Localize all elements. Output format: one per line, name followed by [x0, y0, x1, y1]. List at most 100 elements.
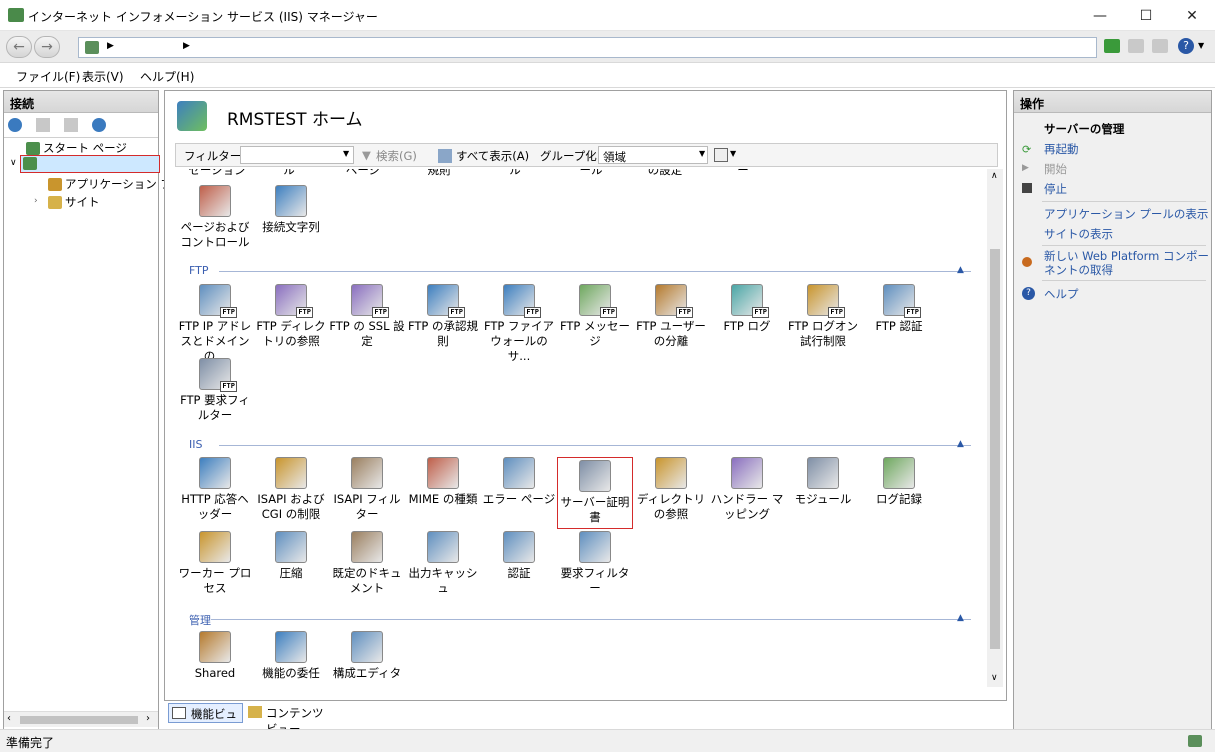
sites-folder-icon — [48, 196, 62, 209]
collapse-group-icon[interactable]: ▲ — [957, 439, 964, 449]
feature-mime-types[interactable]: MIME の種類 — [405, 457, 481, 507]
feature-label: FTP 認証 — [875, 319, 923, 333]
chevron-down-icon[interactable]: ▼ — [1198, 41, 1204, 50]
restart-link[interactable]: 再起動 — [1044, 141, 1079, 157]
disconnect-icon[interactable] — [92, 118, 106, 132]
cut-row: セーション ル ページ 規則 ル ール の設定 ー — [175, 169, 987, 177]
chevron-up-icon[interactable]: ∧ — [991, 171, 998, 181]
tree-item-sites[interactable]: サイト — [48, 194, 100, 210]
features-view-tab[interactable]: 機能ビュー — [168, 703, 243, 737]
tree-item-start-page[interactable]: スタート ページ — [26, 140, 127, 156]
feature-ftp-ip-restrictions[interactable]: FTP FTP IP アドレスとドメインの... — [177, 284, 253, 364]
scroll-thumb[interactable] — [20, 716, 138, 724]
show-all-icon — [438, 149, 452, 163]
chevron-right-icon[interactable]: › — [146, 713, 150, 724]
feature-request-filtering[interactable]: 要求フィルター — [557, 531, 633, 596]
feature-ftp-ssl[interactable]: FTP FTP の SSL 設定 — [329, 284, 405, 349]
chevron-down-icon[interactable]: ∨ — [991, 673, 998, 683]
menu-help[interactable]: ヘルプ(H) — [140, 68, 194, 85]
feature-server-certificates[interactable]: サーバー証明書 — [557, 457, 633, 529]
back-button[interactable]: ← — [6, 36, 32, 58]
close-button[interactable]: ✕ — [1169, 0, 1215, 31]
feature-ftp-firewall[interactable]: FTP FTP ファイアウォールのサ... — [481, 284, 557, 364]
group-divider — [219, 445, 971, 446]
connect-icon[interactable] — [8, 118, 22, 132]
chevron-right-icon: ▶ — [107, 41, 114, 51]
feature-pages-controls[interactable]: ページおよびコントロール — [177, 185, 253, 250]
scroll-thumb[interactable] — [990, 249, 1000, 649]
content-view-icon — [248, 706, 262, 718]
feature-ftp-authorization[interactable]: FTP FTP の承認規則 — [405, 284, 481, 349]
feature-ftp-user-isolation[interactable]: FTP FTP ユーザーの分離 — [633, 284, 709, 349]
feature-error-pages[interactable]: エラー ページ — [481, 457, 557, 507]
menu-file[interactable]: ファイル(F) — [16, 68, 80, 85]
feature-ftp-request-filtering[interactable]: FTP FTP 要求フィルター — [177, 358, 253, 423]
server-icon — [1188, 735, 1202, 747]
forward-button[interactable]: → — [34, 36, 60, 58]
feature-label: モジュール — [794, 492, 852, 506]
chevron-down-icon[interactable]: ▼ — [343, 149, 349, 158]
group-by-select[interactable]: 領域 — [598, 146, 708, 164]
feature-ftp-messages[interactable]: FTP FTP メッセージ — [557, 284, 633, 349]
view-mode-icon[interactable] — [714, 148, 728, 162]
feature-default-document[interactable]: 既定のドキュメント — [329, 531, 405, 596]
feature-isapi-cgi-restrictions[interactable]: ISAPI および CGI の制限 — [253, 457, 329, 522]
web-platform-link[interactable]: 新しい Web Platform コンポーネントの取得 — [1044, 249, 1212, 277]
chevron-right-icon[interactable]: › — [34, 196, 38, 206]
feature-label: FTP ログ — [723, 319, 771, 333]
view-sites-link[interactable]: サイトの表示 — [1044, 226, 1113, 242]
feature-configuration-editor[interactable]: 構成エディター — [329, 631, 405, 687]
feature-directory-browsing[interactable]: ディレクトリの参照 — [633, 457, 709, 522]
collapse-group-icon[interactable]: ▲ — [957, 265, 964, 275]
stop-link[interactable]: 停止 — [1044, 181, 1067, 197]
filter-input[interactable] — [240, 146, 354, 164]
ftp-user-isolation-icon: FTP — [655, 284, 693, 318]
search-button[interactable]: 検索(G) — [376, 148, 417, 164]
ftp-request-filtering-icon: FTP — [199, 358, 237, 392]
ftp-authentication-icon: FTP — [883, 284, 921, 318]
refresh-icon[interactable] — [1104, 39, 1120, 53]
feature-isapi-filters[interactable]: ISAPI フィルター — [329, 457, 405, 522]
group-header: FTP — [189, 264, 209, 277]
vertical-scrollbar[interactable]: ∧ ∨ — [987, 169, 1003, 687]
save-icon[interactable] — [36, 118, 50, 132]
help-link[interactable]: ヘルプ — [1044, 286, 1079, 302]
collapse-group-icon[interactable]: ▲ — [957, 613, 964, 623]
address-field[interactable]: ▶ ▶ — [78, 37, 1097, 58]
feature-compression[interactable]: 圧縮 — [253, 531, 329, 581]
feature-output-caching[interactable]: 出力キャッシュ — [405, 531, 481, 596]
feature-label: ページおよびコントロール — [180, 220, 250, 249]
chevron-down-icon[interactable]: ▼ — [730, 149, 736, 158]
home-icon[interactable] — [1152, 39, 1168, 53]
horizontal-scrollbar[interactable]: ‹ › — [4, 711, 158, 727]
feature-ftp-logging[interactable]: FTP FTP ログ — [709, 284, 785, 334]
feature-logging[interactable]: ログ記録 — [861, 457, 937, 507]
stop-icon[interactable] — [1128, 39, 1144, 53]
maximize-button[interactable]: ☐ — [1123, 0, 1169, 31]
chevron-down-icon[interactable]: ▼ — [699, 149, 705, 158]
view-app-pools-link[interactable]: アプリケーション プールの表示 — [1044, 206, 1208, 222]
ftp-ssl-icon: FTP — [351, 284, 389, 318]
help-icon[interactable]: ? — [1178, 38, 1194, 54]
start-link[interactable]: 開始 — [1044, 161, 1067, 177]
menu-view[interactable]: 表示(V) — [82, 68, 124, 85]
feature-worker-processes[interactable]: ワーカー プロセス — [177, 531, 253, 596]
feature-connection-strings[interactable]: 接続文字列 — [253, 185, 329, 235]
feature-ftp-directory-browsing[interactable]: FTP FTP ディレクトリの参照 — [253, 284, 329, 349]
feature-feature-delegation[interactable]: 機能の委任 — [253, 631, 329, 681]
minimize-button[interactable]: — — [1077, 0, 1123, 31]
feature-modules[interactable]: モジュール — [785, 457, 861, 507]
feature-shared-config[interactable]: Shared — [177, 631, 253, 681]
isapi-cgi-restrictions-icon — [275, 457, 307, 489]
feature-authentication[interactable]: 認証 — [481, 531, 557, 581]
up-icon[interactable] — [64, 118, 78, 132]
feature-ftp-authentication[interactable]: FTP FTP 認証 — [861, 284, 937, 334]
content-view-tab[interactable]: コンテンツ ビュー — [246, 703, 338, 736]
feature-http-response-headers[interactable]: HTTP 応答ヘッダー — [177, 457, 253, 522]
feature-handler-mappings[interactable]: ハンドラー マッピング — [709, 457, 785, 522]
chevron-left-icon[interactable]: ‹ — [7, 713, 11, 724]
show-all-button[interactable]: すべて表示(A) — [456, 148, 529, 164]
feature-ftp-logon-attempt[interactable]: FTP FTP ログオン試行制限 — [785, 284, 861, 349]
chevron-down-icon[interactable]: ∨ — [10, 158, 17, 168]
tree-item-server[interactable] — [20, 155, 160, 173]
